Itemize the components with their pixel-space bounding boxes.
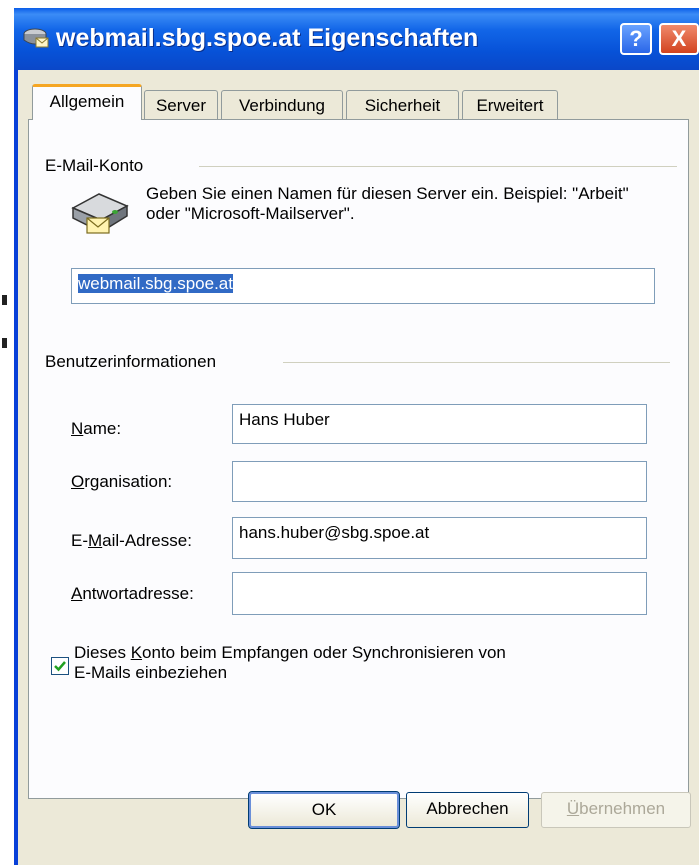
help-button[interactable]: ? — [620, 23, 652, 55]
account-description: Geben Sie einen Namen für diesen Server … — [146, 184, 629, 223]
email-address-label: E-Mail-Adresse: — [71, 531, 192, 550]
organisation-label: Organisation: — [71, 472, 173, 491]
account-group-label: E-Mail-Konto — [45, 156, 144, 175]
include-account-label[interactable]: Dieses Konto beim Empfangen oder Synchro… — [74, 643, 506, 683]
background-edge-top — [0, 0, 699, 8]
dialog-client-area: Allgemein Server Verbindung Sicherheit E… — [18, 70, 699, 865]
close-button[interactable]: X — [659, 23, 699, 55]
tab-erweitert[interactable]: Erweitert — [462, 90, 558, 120]
reply-address-input[interactable] — [232, 572, 647, 615]
cancel-button[interactable]: Abbrechen — [406, 792, 529, 828]
reply-address-label: Antwortadresse: — [71, 584, 194, 603]
user-info-group-label: Benutzerinformationen — [45, 352, 217, 371]
name-label: Name: — [71, 419, 122, 438]
tab-sicherheit[interactable]: Sicherheit — [346, 90, 459, 120]
title-bar[interactable]: webmail.sbg.spoe.at Eigenschaften ? X — [14, 8, 699, 70]
account-group-divider — [199, 166, 677, 167]
window-title: webmail.sbg.spoe.at Eigenschaften — [56, 24, 479, 52]
edge-mark — [2, 338, 7, 348]
mail-server-icon — [23, 28, 49, 48]
email-address-input[interactable]: hans.huber@sbg.spoe.at — [232, 517, 647, 559]
background-edge-left — [0, 8, 14, 865]
organisation-input[interactable] — [232, 461, 647, 502]
user-info-group-divider — [283, 362, 670, 363]
account-name-value: webmail.sbg.spoe.at — [78, 274, 233, 293]
account-name-input[interactable]: webmail.sbg.spoe.at — [71, 268, 655, 304]
edge-mark — [2, 295, 7, 305]
mail-server-icon — [71, 193, 129, 234]
ok-button[interactable]: OK — [248, 791, 400, 829]
tab-panel-allgemein: E-Mail-Konto Geben Sie einen Namen für d… — [28, 119, 689, 799]
tab-verbindung[interactable]: Verbindung — [221, 90, 343, 120]
include-account-checkbox[interactable] — [51, 657, 69, 675]
properties-dialog: webmail.sbg.spoe.at Eigenschaften ? X Al… — [14, 8, 699, 865]
tab-server[interactable]: Server — [144, 90, 218, 120]
apply-button[interactable]: Übernehmen — [541, 792, 691, 828]
name-input[interactable]: Hans Huber — [232, 404, 647, 444]
tab-allgemein[interactable]: Allgemein — [32, 84, 142, 120]
check-icon — [54, 661, 66, 672]
